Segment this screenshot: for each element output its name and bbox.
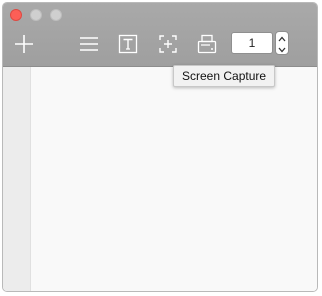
maximize-window-button[interactable]	[50, 9, 62, 21]
chevron-down-icon	[278, 40, 286, 58]
scanner-icon	[196, 33, 218, 55]
toolbar: 1	[3, 3, 317, 67]
add-button[interactable]	[12, 32, 36, 56]
tooltip: Screen Capture	[173, 65, 276, 87]
sidebar	[3, 67, 31, 291]
screen-capture-button[interactable]	[156, 32, 180, 56]
text-tool-button[interactable]	[116, 32, 140, 56]
page-number-field[interactable]: 1	[231, 32, 273, 54]
stepper-down-button[interactable]	[276, 43, 288, 54]
list-icon	[78, 33, 100, 55]
app-window: 1 Screen Capture	[2, 2, 318, 292]
screen-capture-icon	[157, 33, 179, 55]
close-window-button[interactable]	[10, 9, 22, 21]
list-view-button[interactable]	[77, 32, 101, 56]
document-area[interactable]	[31, 67, 317, 291]
plus-icon	[13, 33, 35, 55]
minimize-window-button[interactable]	[30, 9, 42, 21]
text-icon	[117, 33, 139, 55]
page-stepper[interactable]	[275, 31, 289, 55]
scan-button[interactable]	[195, 32, 219, 56]
